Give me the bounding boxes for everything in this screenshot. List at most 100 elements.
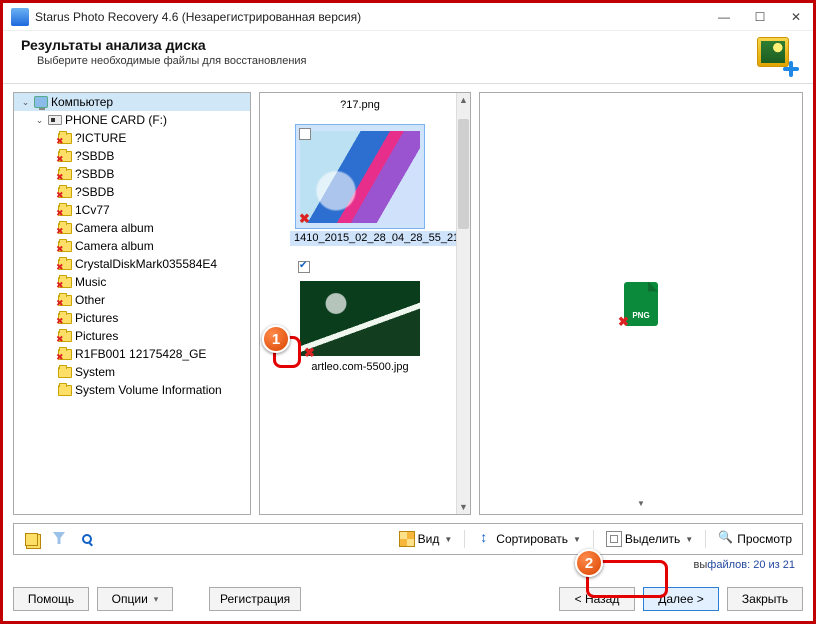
wizard-header: Результаты анализа диска Выберите необхо…: [3, 31, 813, 84]
status-bar: выфайлов: 20 из 21: [13, 555, 803, 573]
filter-button[interactable]: [48, 528, 70, 550]
thumbnail-item-selected[interactable]: ✖ 1410_2015_02_28_04_28_55_217.png: [290, 124, 430, 246]
separator: [705, 530, 706, 548]
thumbnail-label: artleo.com-5500.jpg: [290, 361, 430, 374]
titlebar: Starus Photo Recovery 4.6 (Незарегистрир…: [3, 3, 813, 31]
folder-icon: [58, 385, 72, 396]
tree-item-label: R1FB001 12175428_GE: [75, 347, 206, 361]
folder-icon: [58, 241, 72, 252]
tree-item-label: ?SBDB: [75, 167, 114, 181]
tree-root-label: Компьютер: [51, 95, 113, 109]
stack-icon: [25, 533, 38, 546]
tree-item-label: Music: [75, 275, 106, 289]
toolbar: Вид ▼ Сортировать ▼ Выделить ▼: [13, 523, 803, 555]
preview-button[interactable]: Просмотр: [714, 529, 796, 549]
main-panels: ⌄ Компьютер ⌄ PHONE CARD (F:) ?ICTURE ?SB…: [13, 92, 803, 515]
tree-item-label: System Volume Information: [75, 383, 222, 397]
file-type-icon: PNG ✖: [624, 282, 658, 326]
thumbnail-image[interactable]: ✖: [295, 124, 425, 229]
tree-item-label: System: [75, 365, 115, 379]
sort-dropdown[interactable]: Сортировать ▼: [473, 529, 585, 549]
tree-item[interactable]: ?SBDB: [14, 183, 250, 201]
status-files-link[interactable]: файлов: 20 из 21: [707, 559, 795, 571]
back-button[interactable]: < Назад: [559, 587, 635, 611]
deleted-badge-icon: ✖: [304, 345, 318, 359]
thumbnail-item[interactable]: ✖ artleo.com-5500.jpg: [290, 258, 430, 374]
status-prefix: вы: [694, 559, 708, 571]
tree-item[interactable]: CrystalDiskMark035584E4: [14, 255, 250, 273]
maximize-button[interactable]: ☐: [751, 8, 769, 26]
drive-icon: [48, 115, 62, 125]
image-preview: [300, 131, 420, 223]
thumbnail-grid[interactable]: ▲ ▼ ?17.png ✖ 1410_2015_02_28_04_2: [259, 92, 471, 515]
tree-item[interactable]: Pictures: [14, 309, 250, 327]
thumbnail-image[interactable]: ✖: [295, 277, 425, 359]
tree-item[interactable]: Other: [14, 291, 250, 309]
options-dropdown[interactable]: Опции: [97, 587, 173, 611]
folder-icon: [58, 205, 72, 216]
folder-icon: [58, 259, 72, 270]
search-button[interactable]: [76, 528, 98, 550]
funnel-icon: [51, 531, 67, 547]
tree-item[interactable]: Pictures: [14, 327, 250, 345]
tree-item[interactable]: ?ICTURE: [14, 129, 250, 147]
tree-drive-label: PHONE CARD (F:): [65, 113, 167, 127]
next-button[interactable]: Далее >: [643, 587, 719, 611]
folder-icon: [58, 349, 72, 360]
page-title: Результаты анализа диска: [21, 37, 795, 53]
tree-item[interactable]: ?SBDB: [14, 147, 250, 165]
tree-item[interactable]: Camera album: [14, 237, 250, 255]
folder-icon: [58, 295, 72, 306]
grid-scrollbar[interactable]: ▲ ▼: [456, 93, 470, 514]
close-button[interactable]: Закрыть: [727, 587, 803, 611]
search-icon: [82, 534, 92, 544]
preview-pane: PNG ✖ ▼: [479, 92, 803, 515]
tree-item[interactable]: R1FB001 12175428_GE: [14, 345, 250, 363]
tree-item-label: ?ICTURE: [75, 131, 126, 145]
magnifier-icon: [718, 531, 734, 547]
preview-label: Просмотр: [737, 532, 792, 546]
tree-root[interactable]: ⌄ Компьютер: [14, 93, 250, 111]
tree-item[interactable]: ?SBDB: [14, 165, 250, 183]
tree-item[interactable]: System Volume Information: [14, 381, 250, 399]
tree-drive[interactable]: ⌄ PHONE CARD (F:): [14, 111, 250, 129]
scroll-down-icon[interactable]: ▼: [457, 500, 470, 514]
sort-label: Сортировать: [496, 532, 568, 546]
tree-item[interactable]: 1Cv77: [14, 201, 250, 219]
scroll-up-icon[interactable]: ▲: [457, 93, 470, 107]
wizard-body: ⌄ Компьютер ⌄ PHONE CARD (F:) ?ICTURE ?SB…: [3, 84, 813, 581]
tree-item-label: Camera album: [75, 239, 154, 253]
thumbnail-checkbox[interactable]: [298, 261, 310, 273]
copy-results-button[interactable]: [20, 528, 42, 550]
folder-icon: [58, 367, 72, 378]
deleted-badge-icon: ✖: [618, 314, 629, 330]
thumbnail-item[interactable]: ?17.png: [290, 97, 430, 112]
close-window-button[interactable]: ✕: [787, 8, 805, 26]
chevron-down-icon: ▼: [683, 535, 693, 544]
chevron-down-icon[interactable]: ▼: [637, 499, 645, 508]
plus-icon: [781, 59, 801, 79]
computer-icon: [34, 96, 48, 108]
separator: [464, 530, 465, 548]
sort-icon: [477, 531, 493, 547]
expander-icon[interactable]: ⌄: [20, 97, 31, 108]
tree-item[interactable]: System: [14, 363, 250, 381]
folder-tree[interactable]: ⌄ Компьютер ⌄ PHONE CARD (F:) ?ICTURE ?SB…: [13, 92, 251, 515]
thumbnail-checkbox[interactable]: [299, 128, 311, 140]
tree-item[interactable]: Music: [14, 273, 250, 291]
view-mode-dropdown[interactable]: Вид ▼: [395, 529, 457, 549]
register-button[interactable]: Регистрация: [209, 587, 301, 611]
tree-item[interactable]: Camera album: [14, 219, 250, 237]
page-subtitle: Выберите необходимые файлы для восстанов…: [21, 55, 795, 67]
expander-icon[interactable]: ⌄: [34, 115, 45, 126]
tree-item-label: ?SBDB: [75, 185, 114, 199]
folder-icon: [58, 187, 72, 198]
thumbnail-label: ?17.png: [290, 99, 430, 112]
minimize-button[interactable]: —: [715, 8, 733, 26]
scroll-thumb[interactable]: [458, 119, 469, 229]
help-button[interactable]: Помощь: [13, 587, 89, 611]
select-dropdown[interactable]: Выделить ▼: [602, 529, 697, 549]
deleted-badge-icon: ✖: [299, 211, 313, 225]
chevron-down-icon: ▼: [442, 535, 452, 544]
app-icon: [11, 8, 29, 26]
